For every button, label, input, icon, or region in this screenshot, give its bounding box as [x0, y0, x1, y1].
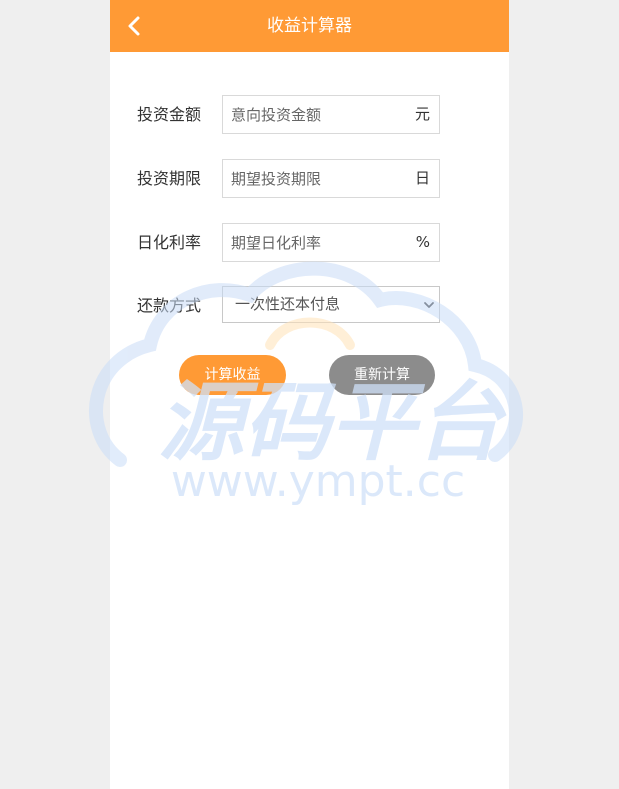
term-row: 投资期限 日 [110, 159, 509, 199]
amount-input[interactable] [223, 96, 411, 133]
repay-select[interactable]: 一次性还本付息 [222, 286, 440, 323]
app-header: 收益计算器 [110, 0, 509, 52]
calculate-button[interactable]: 计算收益 [179, 355, 286, 395]
back-button[interactable] [118, 10, 150, 42]
rate-input[interactable] [223, 224, 411, 261]
app-screen: 收益计算器 投资金额 元 投资期限 日 日化利率 % 还款方式 一次性还本付息 [110, 0, 509, 789]
rate-row: 日化利率 % [110, 223, 509, 263]
repay-row: 还款方式 一次性还本付息 [110, 286, 509, 326]
rate-field: % [222, 223, 440, 262]
repay-label: 还款方式 [137, 296, 202, 315]
term-input[interactable] [223, 160, 411, 197]
amount-unit: 元 [414, 105, 430, 123]
term-unit: 日 [414, 169, 430, 187]
reset-button[interactable]: 重新计算 [329, 355, 435, 395]
repay-selected-value: 一次性还本付息 [235, 295, 341, 313]
chevron-left-icon [128, 16, 140, 36]
page-title: 收益计算器 [267, 16, 352, 36]
term-label: 投资期限 [137, 169, 202, 188]
amount-label: 投资金额 [137, 105, 202, 124]
rate-unit: % [415, 233, 430, 251]
chevron-down-icon [424, 302, 434, 308]
amount-field: 元 [222, 95, 440, 134]
amount-row: 投资金额 元 [110, 95, 509, 135]
term-field: 日 [222, 159, 440, 198]
rate-label: 日化利率 [137, 233, 202, 252]
